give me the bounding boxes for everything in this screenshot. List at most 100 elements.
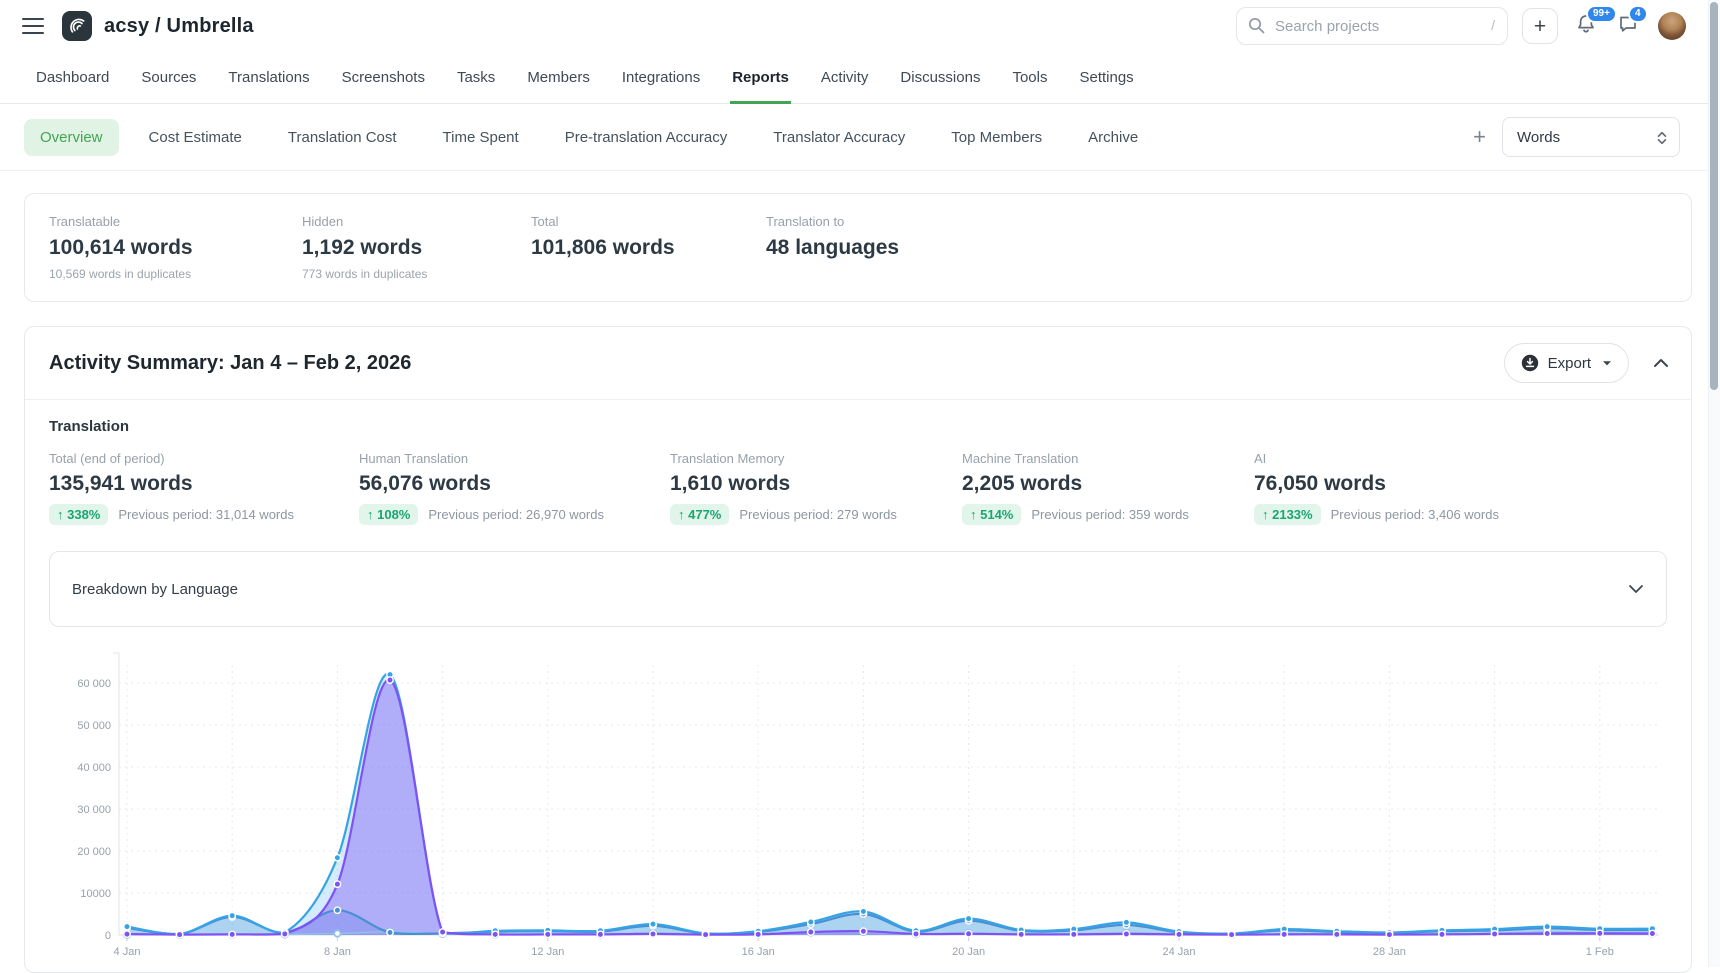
metric-label: Total (end of period) xyxy=(49,451,359,466)
export-button[interactable]: Export xyxy=(1504,343,1629,383)
metric-value: 1,610 words xyxy=(670,472,962,496)
project-nav: Dashboard Sources Translations Screenshots T… xyxy=(0,52,1720,104)
metric-value: 2,205 words xyxy=(962,472,1254,496)
svg-text:30 000: 30 000 xyxy=(77,804,111,816)
svg-text:50 000: 50 000 xyxy=(77,720,111,732)
search-icon xyxy=(1248,17,1265,34)
chevron-up-icon xyxy=(1653,358,1669,368)
svg-text:0: 0 xyxy=(105,930,111,942)
metric-translation-memory: Translation Memory1,610 words↑ 477%Previ… xyxy=(670,451,962,525)
export-download-icon xyxy=(1521,354,1539,372)
svg-text:8 Jan: 8 Jan xyxy=(324,946,351,958)
activity-line-chart: 01000020 00030 00040 00050 00060 0004 Ja… xyxy=(49,635,1669,967)
nav-tab-members[interactable]: Members xyxy=(525,52,592,104)
add-report-button[interactable]: + xyxy=(1473,126,1486,148)
metric-value: 56,076 words xyxy=(359,472,670,496)
search-input[interactable] xyxy=(1236,7,1508,45)
metric-delta-badge: ↑ 514% xyxy=(962,504,1021,525)
svg-text:20 Jan: 20 Jan xyxy=(952,946,985,958)
report-tab-time-spent[interactable]: Time Spent xyxy=(427,119,535,156)
nav-tab-discussions[interactable]: Discussions xyxy=(898,52,982,104)
collapse-section-button[interactable] xyxy=(1651,353,1671,373)
svg-text:1 Feb: 1 Feb xyxy=(1586,946,1614,958)
metric-delta-badge: ↑ 338% xyxy=(49,504,108,525)
nav-tab-screenshots[interactable]: Screenshots xyxy=(340,52,427,104)
metric-previous-period: Previous period: 279 words xyxy=(739,507,897,522)
nav-tab-tasks[interactable]: Tasks xyxy=(455,52,497,104)
breakdown-by-language-panel[interactable]: Breakdown by Language xyxy=(49,551,1667,627)
app-logo[interactable] xyxy=(62,11,92,41)
report-tab-pre-translation-accuracy[interactable]: Pre-translation Accuracy xyxy=(549,119,744,156)
metric-delta-badge: ↑ 108% xyxy=(359,504,418,525)
scrollbar-thumb[interactable] xyxy=(1710,2,1718,390)
summary-stat-translatable: Translatable 100,614 words 10,569 words in… xyxy=(49,214,302,281)
reports-subnav: Overview Cost Estimate Translation Cost Tim… xyxy=(0,104,1720,171)
metric-value: 135,941 words xyxy=(49,472,359,496)
messages-button[interactable]: 4 xyxy=(1616,12,1640,41)
stat-value: 1,192 words xyxy=(302,236,531,260)
stat-note: 773 words in duplicates xyxy=(302,267,531,281)
user-avatar[interactable] xyxy=(1658,12,1686,40)
summary-stat-hidden: Hidden 1,192 words 773 words in duplicates xyxy=(302,214,531,281)
report-tab-cost-estimate[interactable]: Cost Estimate xyxy=(133,119,258,156)
nav-tab-reports[interactable]: Reports xyxy=(730,52,791,104)
unit-select-value: Words xyxy=(1517,129,1560,146)
metric-delta-badge: ↑ 2133% xyxy=(1254,504,1321,525)
svg-text:28 Jan: 28 Jan xyxy=(1373,946,1406,958)
nav-tab-settings[interactable]: Settings xyxy=(1077,52,1135,104)
summary-stat-translation-to: Translation to 48 languages xyxy=(766,214,899,281)
create-project-button[interactable]: + xyxy=(1522,8,1558,44)
project-title: acsy / Umbrella xyxy=(104,15,254,38)
stat-value: 100,614 words xyxy=(49,236,302,260)
report-tab-translator-accuracy[interactable]: Translator Accuracy xyxy=(757,119,921,156)
svg-text:24 Jan: 24 Jan xyxy=(1162,946,1195,958)
nav-tab-integrations[interactable]: Integrations xyxy=(620,52,702,104)
nav-tab-translations[interactable]: Translations xyxy=(226,52,311,104)
page-scrollbar[interactable] xyxy=(1708,0,1720,967)
hamburger-menu-icon[interactable] xyxy=(22,18,44,34)
messages-badge: 4 xyxy=(1628,5,1648,23)
metric-delta-badge: ↑ 477% xyxy=(670,504,729,525)
report-tab-archive[interactable]: Archive xyxy=(1072,119,1154,156)
svg-text:12 Jan: 12 Jan xyxy=(531,946,564,958)
stat-label: Hidden xyxy=(302,214,531,229)
activity-chart: 01000020 00030 00040 00050 00060 0004 Ja… xyxy=(25,627,1691,972)
report-tab-translation-cost[interactable]: Translation Cost xyxy=(272,119,413,156)
activity-summary-title: Activity Summary: Jan 4 – Feb 2, 2026 xyxy=(49,352,1504,375)
report-tab-overview[interactable]: Overview xyxy=(24,119,119,156)
activity-summary-card: Activity Summary: Jan 4 – Feb 2, 2026 Ex… xyxy=(24,326,1692,973)
unit-select[interactable]: Words xyxy=(1502,117,1680,157)
stat-note xyxy=(531,267,766,281)
svg-text:20 000: 20 000 xyxy=(77,846,111,858)
export-label: Export xyxy=(1548,355,1591,372)
svg-text:4 Jan: 4 Jan xyxy=(114,946,141,958)
metric-previous-period: Previous period: 31,014 words xyxy=(118,507,294,522)
report-tab-top-members[interactable]: Top Members xyxy=(935,119,1058,156)
nav-tab-tools[interactable]: Tools xyxy=(1010,52,1049,104)
metric-previous-period: Previous period: 3,406 words xyxy=(1331,507,1499,522)
select-caret-icon xyxy=(1657,131,1667,145)
svg-text:16 Jan: 16 Jan xyxy=(742,946,775,958)
metric-total-end-of-period-: Total (end of period) 135,941 words ↑ 338%… xyxy=(49,451,359,525)
nav-tab-activity[interactable]: Activity xyxy=(819,52,871,104)
stat-value: 101,806 words xyxy=(531,236,766,260)
nav-tab-sources[interactable]: Sources xyxy=(139,52,198,104)
nav-tab-dashboard[interactable]: Dashboard xyxy=(34,52,111,104)
chevron-down-icon xyxy=(1628,584,1644,594)
export-caret-icon xyxy=(1602,360,1612,367)
stat-note: 10,569 words in duplicates xyxy=(49,267,302,281)
svg-text:10000: 10000 xyxy=(80,888,111,900)
stat-label: Translatable xyxy=(49,214,302,229)
notifications-button[interactable]: 99+ xyxy=(1574,12,1598,41)
metric-machine-translation: Machine Translation 2,205 words ↑ 514% Prev… xyxy=(962,451,1254,525)
metric-previous-period: Previous period: 359 words xyxy=(1031,507,1189,522)
notifications-badge: 99+ xyxy=(1586,5,1617,23)
metric-label: Machine Translation xyxy=(962,451,1254,466)
breakdown-label: Breakdown by Language xyxy=(72,581,238,598)
stat-value: 48 languages xyxy=(766,236,899,260)
top-bar: acsy / Umbrella / + 99+ 4 xyxy=(0,0,1720,52)
metric-label: AI xyxy=(1254,451,1499,466)
stat-label: Translation to xyxy=(766,214,899,229)
stat-label: Total xyxy=(531,214,766,229)
search-box: / xyxy=(1236,7,1508,45)
